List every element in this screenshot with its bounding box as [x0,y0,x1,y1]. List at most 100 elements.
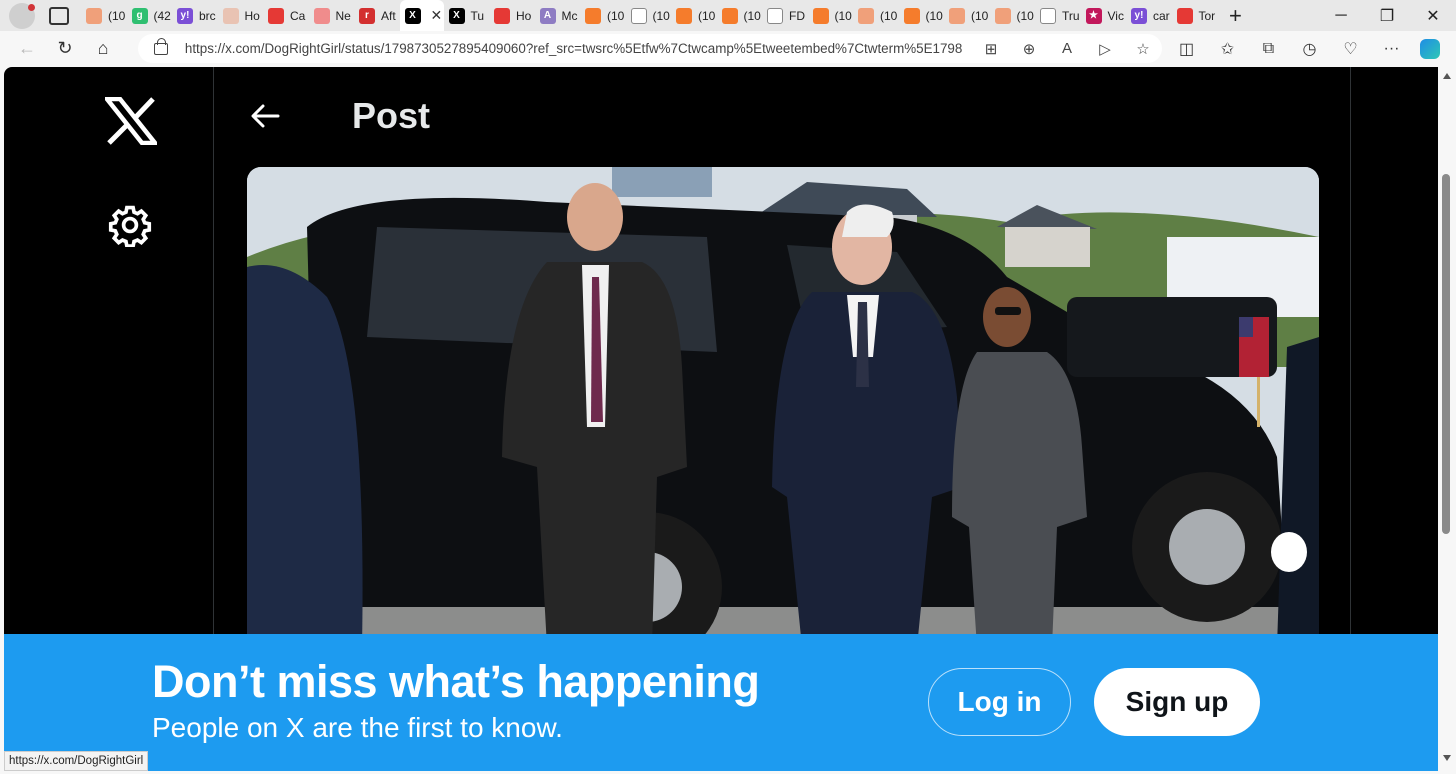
tab-label: (10 [834,8,852,23]
collections-icon[interactable]: ⧉ [1248,40,1289,58]
browser-tab[interactable]: Tor [1172,0,1218,31]
browser-tab[interactable]: (10 [580,0,626,31]
read-aloud-icon[interactable]: A [1048,40,1086,58]
tab-favicon-icon [676,7,692,24]
tab-label: (10 [1016,8,1034,23]
tab-favicon-icon [767,7,783,24]
new-tab-plus-icon[interactable]: + [1229,3,1242,29]
tab-label: car [1153,8,1170,23]
browser-tab[interactable]: (10 [717,0,763,31]
tab-label: Ne [335,8,351,23]
tab-favicon-icon: g [131,7,148,24]
browser-tab[interactable]: (10 [990,0,1036,31]
reload-icon[interactable]: ↻ [46,38,84,59]
split-screen-icon[interactable]: ◫ [1166,39,1207,59]
restore-icon[interactable]: ❐ [1364,6,1410,26]
home-icon[interactable]: ⌂ [84,38,122,59]
back-nav-icon[interactable]: ← [8,38,46,59]
settings-gear-icon[interactable] [108,203,152,247]
tab-favicon-icon: A [539,7,556,24]
tab-favicon-icon [812,7,829,24]
tab-actions-icon[interactable] [49,6,69,25]
extensions-icon[interactable]: ♡ [1330,39,1371,59]
minimize-icon[interactable]: ─ [1318,7,1364,25]
tab-label: Vic [1107,8,1124,23]
tab-favicon-icon: y! [1131,7,1147,24]
browser-tab[interactable]: (10 [626,0,672,31]
tab-label: (10 [925,8,943,23]
signup-button[interactable]: Sign up [1094,668,1260,736]
app-grid-icon[interactable]: ⊞ [972,40,1010,58]
browser-tab[interactable]: (10 [899,0,945,31]
browser-tab[interactable]: A Mc [535,0,581,31]
scroll-down-icon[interactable] [1443,755,1451,761]
profile-avatar-icon[interactable] [9,2,35,29]
browser-tab[interactable]: (10 [944,0,990,31]
browser-tab[interactable]: Tru [1035,0,1081,31]
tab-close-icon[interactable]: ✕ [431,7,443,24]
tab-label: Aft [381,8,396,23]
tab-label: (42 [153,8,171,23]
back-arrow-icon[interactable] [250,103,280,129]
tab-label: (10 [652,8,670,23]
tab-favicon-icon [313,7,330,24]
address-bar[interactable]: https://x.com/DogRightGirl/status/179873… [138,34,1162,63]
x-logo-icon[interactable] [105,97,157,145]
more-menu-icon[interactable]: ··· [1371,40,1412,58]
scroll-up-icon[interactable] [1443,73,1451,79]
tab-favicon-icon [721,7,738,24]
tab-label: (10 [698,8,716,23]
tab-favicon-icon: ★ [1085,7,1102,24]
browser-tab[interactable]: Ho [218,0,264,31]
browser-tab[interactable]: y! brc [172,0,218,31]
tab-label: brc [199,8,216,23]
browser-tab[interactable]: Ne [309,0,355,31]
tab-favicon-icon [949,7,965,24]
close-window-icon[interactable]: ✕ [1410,6,1456,26]
tab-favicon-icon [494,7,510,24]
tab-label: (10 [971,8,989,23]
browser-tab[interactable]: Ho [489,0,535,31]
copilot-icon[interactable] [1420,38,1440,59]
favorites-icon[interactable]: ✩ [1207,39,1248,59]
browser-tab[interactable]: X ✕ [399,0,444,31]
browser-tab[interactable]: X Tu [444,0,490,31]
tab-favicon-icon [585,7,601,24]
browser-tab[interactable]: (10 [671,0,717,31]
browser-tab[interactable]: Ca [263,0,309,31]
tab-label: (10 [743,8,761,23]
browser-tab[interactable]: r Aft [354,0,400,31]
media-icon[interactable]: ▷ [1086,40,1124,58]
tab-label: (10 [607,8,625,23]
tab-label: Ho [244,8,260,23]
tab-label: Mc [561,8,578,23]
window-controls: ─ ❐ ✕ [1318,0,1456,31]
browser-tab[interactable]: ★ Vic [1081,0,1127,31]
tab-favicon-icon: X [404,7,421,24]
tab-label: FD [789,8,805,23]
browser-tab[interactable]: (10 [81,0,127,31]
signup-banner: Don’t miss what’s happening People on X … [4,634,1438,771]
tab-label: (10 [108,8,126,23]
browser-tab[interactable]: (10 [853,0,899,31]
tab-label: Ho [516,8,532,23]
scrollbar-thumb[interactable] [1442,174,1450,534]
browser-tab[interactable]: g (42 [127,0,173,31]
browser-tab[interactable]: (10 [808,0,854,31]
tab-favicon-icon: r [359,7,375,24]
history-icon[interactable]: ◷ [1289,39,1330,59]
post-video[interactable] [247,167,1319,647]
lock-icon[interactable] [154,37,168,55]
tab-favicon-icon [268,7,284,24]
login-button[interactable]: Log in [928,668,1071,736]
tab-label: Ca [290,8,306,23]
address-url[interactable]: https://x.com/DogRightGirl/status/179873… [185,41,962,56]
browser-tab[interactable]: FD [762,0,808,31]
tab-label: Tru [1062,8,1080,23]
zoom-icon[interactable]: ⊕ [1010,40,1048,58]
browser-tab[interactable]: y! car [1126,0,1172,31]
tab-favicon-icon [1040,7,1056,24]
page-scrollbar[interactable] [1438,67,1456,774]
favorite-star-icon[interactable]: ☆ [1124,40,1162,58]
banner-subtext: People on X are the first to know. [152,712,563,743]
